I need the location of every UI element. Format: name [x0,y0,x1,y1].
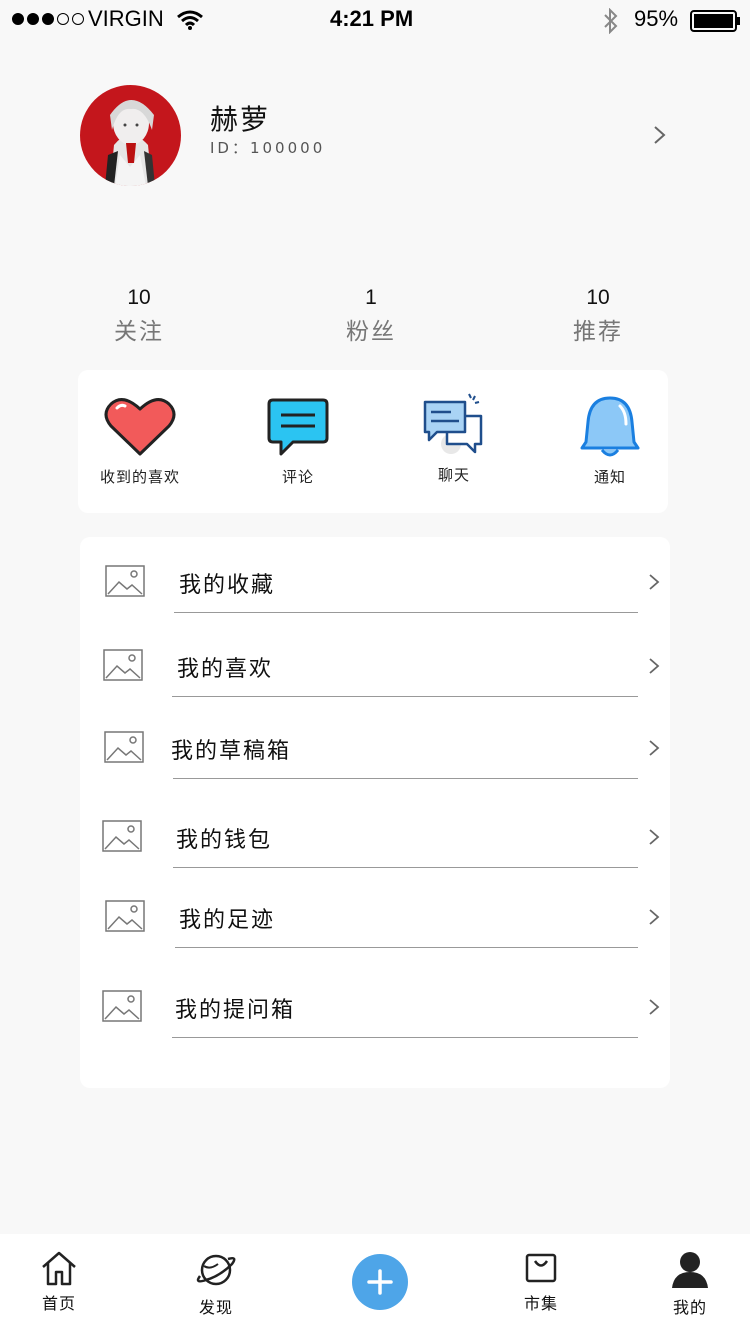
quick-action-label: 评论 [281,468,314,486]
tab-label: 我的 [672,1298,707,1317]
menu-item[interactable]: 我的草稿箱 [80,711,670,791]
quick-action-likes-received[interactable]: 收到的喜欢 [70,370,210,513]
stat-recommend-count: 10 [586,286,610,309]
stat-followers[interactable]: 1 粉丝 [311,286,431,346]
menu-divider [173,778,638,779]
image-placeholder-icon [105,900,145,932]
user-name: 赫萝 [210,103,271,136]
menu-divider [172,1037,638,1038]
image-placeholder-icon [102,990,142,1022]
menu-item-label: 我的草稿箱 [171,739,292,764]
menu-divider [172,696,638,697]
plus-icon [367,1269,393,1295]
stat-recommend[interactable]: 10 推荐 [538,286,658,346]
comment-icon [267,398,329,456]
menu-divider [174,612,638,613]
bluetooth-icon [604,8,618,34]
menu-item[interactable]: 我的足迹 [80,880,670,960]
quick-action-label: 通知 [593,468,626,486]
image-placeholder-icon [103,649,143,681]
quick-action-label: 聊天 [437,466,470,484]
image-placeholder-icon [105,565,145,597]
wifi-icon [177,10,203,30]
stat-recommend-label: 推荐 [573,319,623,345]
chevron-right-icon [649,999,660,1015]
menu-item-label: 我的收藏 [179,573,276,598]
chevron-right-icon [649,658,660,674]
avatar[interactable] [80,85,181,186]
quick-actions-card: 收到的喜欢 评论 聊天 通知 [78,370,668,513]
tab-market[interactable]: 市集 [491,1250,591,1313]
menu-item-label: 我的提问箱 [175,998,296,1023]
battery-percent: 95% [634,6,679,31]
image-placeholder-icon [104,731,144,763]
image-placeholder-icon [102,820,142,852]
menu-item-label: 我的钱包 [176,828,273,853]
stat-following[interactable]: 10 关注 [79,286,199,346]
chevron-right-icon [649,909,660,925]
tab-label: 发现 [198,1298,233,1317]
menu-divider [175,947,638,948]
stat-following-label: 关注 [114,319,164,345]
tab-label: 市集 [523,1294,558,1313]
user-icon [672,1252,708,1288]
menu-divider [173,867,638,868]
menu-item[interactable]: 我的收藏 [80,545,670,625]
chat-icon [423,393,483,454]
profile-chevron-right-icon[interactable] [652,125,668,145]
menu-item-label: 我的足迹 [179,908,276,933]
signal-strength-icon [12,13,84,25]
chevron-right-icon [649,574,660,590]
quick-action-label: 收到的喜欢 [99,468,180,486]
chevron-right-icon [649,829,660,845]
menu-list-card: 我的收藏我的喜欢我的草稿箱我的钱包我的足迹我的提问箱 [80,537,670,1088]
battery-icon [690,10,740,32]
quick-action-notifications[interactable]: 通知 [540,370,680,513]
carrier-name: VIRGIN [88,6,164,31]
status-bar: VIRGIN 4:21 PM 95% [0,0,750,40]
menu-item-label: 我的喜欢 [177,657,274,682]
create-post-button[interactable] [352,1254,408,1310]
quick-action-chat[interactable]: 聊天 [384,370,524,513]
tab-label: 首页 [41,1294,76,1313]
chevron-right-icon [649,740,660,756]
tab-me[interactable]: 我的 [640,1250,740,1317]
heart-icon [104,398,176,456]
shopping-bag-icon [525,1253,557,1283]
menu-item[interactable]: 我的钱包 [80,800,670,880]
stat-following-count: 10 [127,286,151,309]
user-id: ID：100000 [210,139,326,157]
stat-followers-label: 粉丝 [346,319,396,345]
menu-item[interactable]: 我的提问箱 [80,970,670,1050]
tab-home[interactable]: 首页 [9,1250,109,1313]
bell-icon [580,396,640,457]
planet-icon [196,1254,236,1286]
menu-item[interactable]: 我的喜欢 [80,629,670,709]
clock-time: 4:21 PM [330,6,414,31]
stat-followers-count: 1 [365,286,377,309]
tab-bar: 首页 发现 市集 我的 [0,1234,750,1334]
tab-discover[interactable]: 发现 [166,1250,266,1317]
home-icon [42,1251,76,1286]
quick-action-comments[interactable]: 评论 [228,370,368,513]
